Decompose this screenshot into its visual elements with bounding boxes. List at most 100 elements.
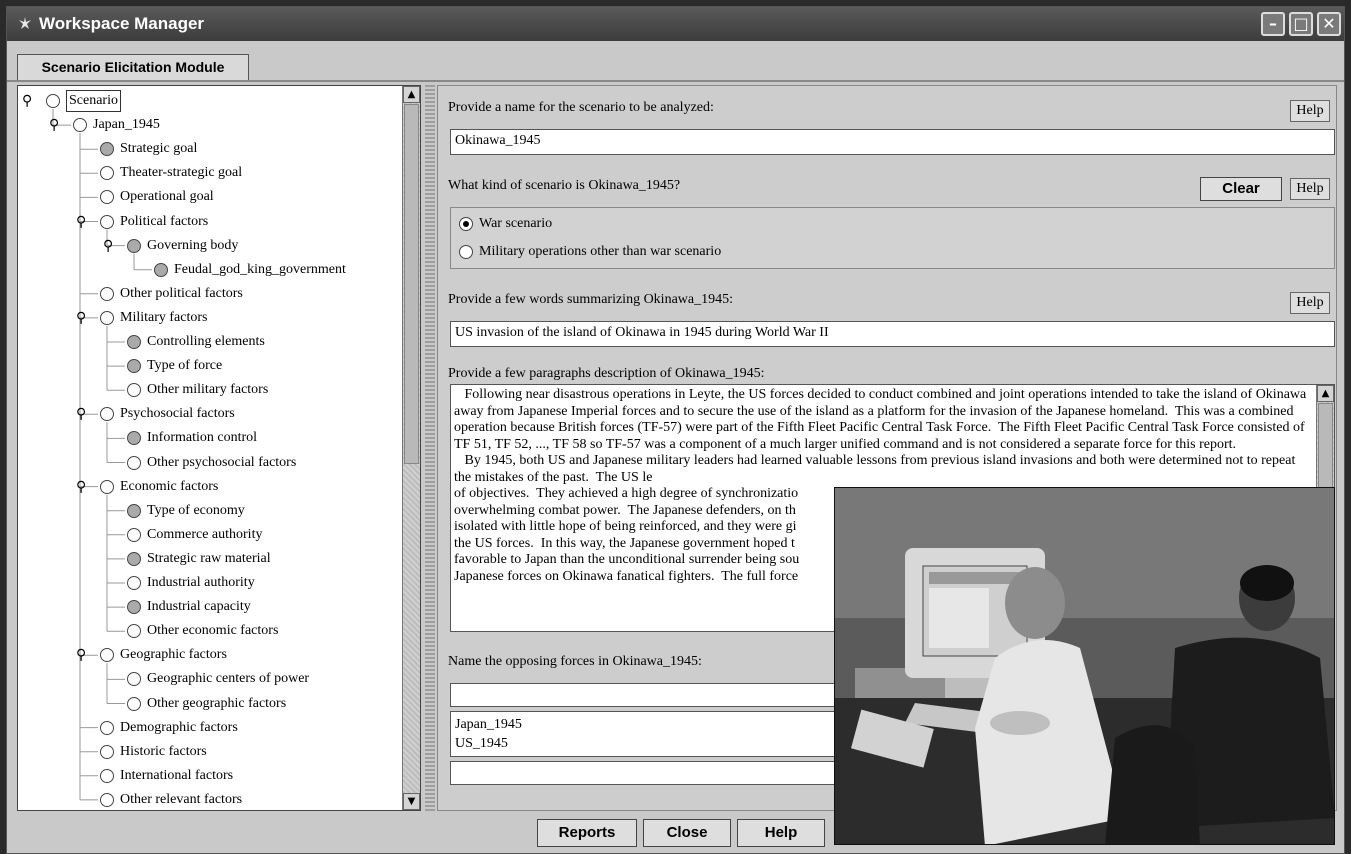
summary-help-button[interactable]: Help [1290, 292, 1330, 314]
node-circle-icon [100, 744, 114, 759]
expand-key-icon[interactable]: ⚲ [76, 213, 88, 231]
tree-node-label: Geographic factors [120, 647, 227, 663]
expand-key-icon[interactable]: ⚲ [76, 405, 88, 423]
scenario-kind-group: War scenario Military operations other t… [450, 207, 1335, 269]
node-circle-icon [127, 527, 141, 542]
tree-node-label: Information control [147, 430, 258, 446]
node-circle-icon [127, 696, 141, 711]
tab-scenario-elicitation[interactable]: Scenario Elicitation Module [17, 54, 249, 80]
scroll-up-icon[interactable]: ▲ [1317, 385, 1334, 402]
node-circle-icon [100, 214, 114, 229]
tree-node-label: International factors [120, 767, 234, 783]
tree-node-label: Economic factors [120, 478, 219, 494]
tree-node-label: Japan_1945 [93, 117, 160, 133]
split-pane-divider[interactable] [425, 85, 435, 811]
kind-prompt: What kind of scenario is Okinawa_1945? [448, 178, 681, 193]
kind-help-button[interactable]: Help [1290, 178, 1330, 200]
tree-node-label: Scenario [66, 90, 121, 112]
radio-war-label: War scenario [479, 216, 553, 231]
expand-key-icon[interactable]: ⚲ [76, 646, 88, 664]
node-circle-icon [127, 600, 141, 615]
radio-selected-icon[interactable] [459, 217, 473, 231]
tree-node-label: Governing body [147, 237, 239, 253]
node-circle-icon [46, 94, 60, 108]
expand-key-icon[interactable]: ⚲ [22, 92, 34, 110]
tree-node-label: Industrial authority [147, 575, 255, 590]
expand-key-icon[interactable]: ⚲ [49, 116, 61, 134]
tree-node-label: Type of economy [147, 502, 245, 518]
tree-node-label: Industrial capacity [147, 599, 251, 615]
scroll-thumb[interactable] [1318, 403, 1333, 493]
scenario-tree: Scenario ⚲ Japan_1945 ⚲ Strategic goal Theate… [17, 85, 421, 811]
node-circle-icon [100, 720, 114, 735]
node-circle-icon [100, 792, 114, 807]
node-circle-icon [154, 262, 168, 277]
maximize-icon[interactable]: □ [1289, 12, 1313, 36]
opposing-prompt: Name the opposing forces in Okinawa_1945… [448, 654, 702, 669]
radio-mootw-label: Military operations other than war scena… [479, 244, 722, 259]
help-button[interactable]: Help [737, 819, 825, 847]
expand-key-icon[interactable]: ⚲ [103, 237, 115, 255]
opposing-force-input-2[interactable] [450, 761, 850, 785]
node-circle-icon [100, 768, 114, 783]
tree-node-label: Theater-strategic goal [120, 165, 243, 181]
tree-node-label: Geographic centers of power [147, 671, 310, 687]
summary-input[interactable]: US invasion of the island of Okinawa in … [450, 321, 1335, 347]
reports-button[interactable]: Reports [537, 819, 637, 847]
tree-node-label: Other political factors [120, 285, 243, 301]
window-title: Workspace Manager [39, 14, 205, 33]
tree-node-label: Commerce authority [147, 526, 263, 542]
tree-node-label: Military factors [120, 309, 208, 325]
tree-node-label: Feudal_god_king_government [174, 261, 346, 277]
scenario-name-input[interactable]: Okinawa_1945 [450, 129, 1335, 155]
description-prompt: Provide a few paragraphs description of … [448, 366, 765, 381]
tree-node-label: Other geographic factors [147, 695, 287, 711]
node-circle-icon [127, 359, 141, 374]
tree-node-label: Type of force [147, 358, 223, 374]
tree-node-label: Psychosocial factors [120, 406, 235, 422]
node-circle-icon [127, 503, 141, 518]
tree-node-label: Other relevant factors [120, 791, 243, 807]
opposing-force-input[interactable] [450, 683, 850, 707]
radio-unselected-icon[interactable] [459, 245, 473, 259]
list-item[interactable]: Japan_1945 [455, 715, 845, 734]
tree-node-label: Historic factors [120, 743, 207, 759]
tree-node-label: Strategic raw material [147, 550, 271, 566]
node-circle-icon [73, 118, 87, 133]
summary-prompt: Provide a few words summarizing Okinawa_… [448, 292, 733, 307]
expand-key-icon[interactable]: ⚲ [76, 309, 88, 327]
opposing-forces-list[interactable]: Japan_1945 US_1945 [450, 711, 850, 757]
node-circle-icon [100, 286, 114, 301]
tree-node-label: Other military factors [147, 382, 269, 398]
node-circle-icon [127, 551, 141, 566]
node-circle-icon [127, 576, 141, 590]
tree-node-label: Demographic factors [120, 719, 238, 735]
node-circle-icon [100, 310, 114, 325]
users-at-workstation-photo [834, 487, 1335, 845]
expand-key-icon[interactable]: ⚲ [76, 478, 88, 496]
scroll-down-icon[interactable]: ▼ [403, 793, 420, 810]
clear-button[interactable]: Clear [1200, 177, 1282, 201]
scroll-thumb[interactable] [404, 104, 419, 464]
node-circle-icon [127, 238, 141, 253]
node-circle-icon [127, 335, 141, 349]
tree-node-label: Political factors [120, 213, 209, 229]
tree-scrollbar[interactable]: ▲ ▼ [402, 86, 420, 810]
list-item[interactable]: US_1945 [455, 734, 845, 753]
scroll-up-icon[interactable]: ▲ [403, 86, 420, 103]
tree-node-label: Other economic factors [147, 623, 279, 639]
minimize-icon[interactable]: – [1261, 12, 1285, 36]
tree-node-label: Controlling elements [147, 334, 265, 349]
tree-node-label: Strategic goal [120, 141, 198, 157]
close-button[interactable]: Close [643, 819, 731, 847]
tree-node-label: Operational goal [120, 189, 214, 205]
node-circle-icon [100, 479, 114, 494]
title-bar[interactable]: Workspace Manager – □ ✕ [7, 7, 1344, 41]
tab-divider [7, 80, 1344, 82]
name-prompt: Provide a name for the scenario to be an… [448, 100, 714, 115]
close-icon[interactable]: ✕ [1317, 12, 1341, 36]
tree-node-label: Other psychosocial factors [147, 454, 297, 470]
name-help-button[interactable]: Help [1290, 100, 1330, 122]
app-icon [19, 17, 31, 29]
photo-illustration [835, 488, 1334, 844]
